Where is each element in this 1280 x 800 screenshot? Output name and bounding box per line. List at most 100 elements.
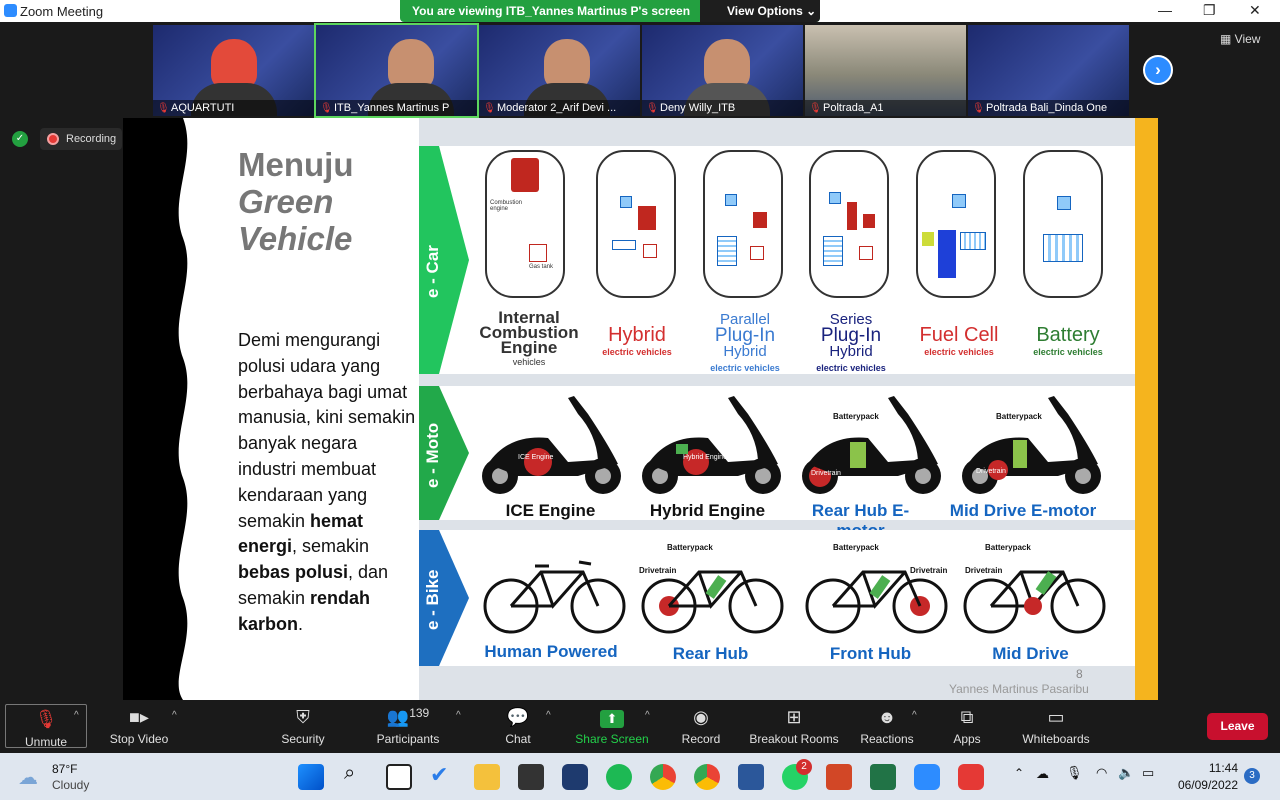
hydrogen-tank <box>922 232 934 246</box>
para-text: . <box>298 613 304 634</box>
participant-video-tile[interactable]: 🎙 Poltrada_A1 <box>805 25 966 116</box>
car-label-series: Series Plug-In Hybrid electric vehicles <box>799 312 903 376</box>
participant-avatar <box>211 39 257 89</box>
weather-desc[interactable]: Cloudy <box>52 778 89 792</box>
breakout-rooms-button[interactable]: ⊞ Breakout Rooms <box>746 700 842 753</box>
slide-title: Menuju Green Vehicle <box>238 146 418 257</box>
app-w-icon[interactable] <box>562 764 588 790</box>
audio-options-caret-icon[interactable]: ^ <box>74 710 79 721</box>
participants-count: 139 <box>409 706 430 720</box>
view-button[interactable]: ▦ View <box>1220 32 1260 46</box>
car-label-battery: Battery electric vehicles <box>1013 324 1123 357</box>
shield-check-icon[interactable]: ✓ <box>12 131 28 147</box>
chat-bubble-icon: 💬 <box>506 707 530 727</box>
para-bold: bebas polusi <box>238 562 349 583</box>
participants-button[interactable]: 👥139 Participants <box>370 700 446 753</box>
battery-icon[interactable]: ▭ <box>1142 765 1154 781</box>
car-label-fuel-cell: Fuel Cell electric vehicles <box>903 324 1015 357</box>
chevron-up-icon[interactable]: ⌃ <box>1014 766 1024 780</box>
apps-button[interactable]: ⧉ Apps <box>944 700 990 753</box>
maximize-icon[interactable]: ❐ <box>1203 2 1216 19</box>
security-button[interactable]: ⛨ Security <box>270 700 336 753</box>
task-view-icon[interactable] <box>386 764 412 790</box>
recording-indicator[interactable]: Recording <box>40 128 122 150</box>
whiteboard-icon: ▭ <box>1047 707 1065 727</box>
car-label-hybrid: Hybrid electric vehicles <box>585 324 689 357</box>
meeting-toolbar: 🎙 Unmute ^ ■▸ Stop Video ^ ⛨ Security 👥1… <box>0 700 1280 753</box>
whiteboards-label: Whiteboards <box>1022 732 1090 746</box>
powerpoint-icon[interactable] <box>826 764 852 790</box>
participants-caret-icon[interactable]: ^ <box>456 710 461 721</box>
car-label-sub: electric vehicles <box>924 347 994 357</box>
microphone-icon[interactable]: 🎙 <box>1066 765 1083 781</box>
engine-text: Combustion engine <box>490 200 523 212</box>
reactions-button[interactable]: ☻ Reactions <box>858 700 916 753</box>
video-options-caret-icon[interactable]: ^ <box>172 710 177 721</box>
whiteboards-button[interactable]: ▭ Whiteboards <box>1018 700 1094 753</box>
participant-avatar <box>704 39 750 89</box>
weather-temp[interactable]: 87°F <box>52 762 77 776</box>
clock-time[interactable]: 11:44 <box>1176 761 1238 775</box>
share-caret-icon[interactable]: ^ <box>645 710 650 721</box>
speaker-icon[interactable]: 🔈 <box>1118 765 1134 781</box>
video-camera-icon: ■▸ <box>129 707 149 727</box>
zoom-taskbar-icon[interactable] <box>914 764 940 790</box>
window-title: Zoom Meeting <box>20 4 104 19</box>
record-button[interactable]: ◉ Record <box>676 700 726 753</box>
file-explorer-icon[interactable] <box>474 764 500 790</box>
car-diagram-fuel-cell <box>916 150 996 298</box>
participant-name: Poltrada Bali_Dinda One <box>986 102 1108 114</box>
participant-video-tile[interactable]: 🎙 Moderator 2_Arif Devi ... <box>479 25 640 116</box>
car-label-sub: electric vehicles <box>816 363 886 373</box>
minimize-icon[interactable]: — <box>1158 2 1172 18</box>
app-red-icon[interactable] <box>958 764 984 790</box>
participant-video-tile[interactable]: 🎙 AQUARTUTI <box>153 25 314 116</box>
word-icon[interactable] <box>738 764 764 790</box>
recording-label: Recording <box>66 133 117 145</box>
notification-count-badge[interactable]: 3 <box>1244 768 1260 784</box>
leave-button[interactable]: Leave <box>1207 713 1268 740</box>
chat-caret-icon[interactable]: ^ <box>546 710 551 721</box>
unmute-label: Unmute <box>24 735 68 749</box>
reactions-caret-icon[interactable]: ^ <box>912 710 917 721</box>
sticky-notes-icon[interactable] <box>518 764 544 790</box>
stop-video-button[interactable]: ■▸ Stop Video <box>104 700 174 753</box>
next-page-chevron-icon[interactable]: › <box>1143 55 1173 85</box>
windows-start-icon[interactable] <box>298 764 324 790</box>
excel-icon[interactable] <box>870 764 896 790</box>
bike-label: Front Hub <box>829 644 912 663</box>
spotify-icon[interactable] <box>606 764 632 790</box>
participants-icon: 👥139 <box>386 706 430 727</box>
chrome-icon[interactable] <box>650 764 676 790</box>
search-icon[interactable]: ⌕ <box>344 762 355 785</box>
gas-tank <box>750 246 764 260</box>
todo-check-icon[interactable]: ✔ <box>430 762 448 788</box>
clock-date[interactable]: 06/09/2022 <box>1170 778 1238 792</box>
battery-block <box>612 240 636 250</box>
reactions-label: Reactions <box>860 732 914 746</box>
car-label-line3: Hybrid <box>829 343 873 360</box>
onedrive-icon[interactable]: ☁ <box>1036 766 1049 782</box>
participant-video-tile[interactable]: 🎙 ITB_Yannes Martinus P <box>314 23 479 118</box>
chrome-profile-icon[interactable] <box>694 764 720 790</box>
moto-top-label: Batterypack <box>996 412 1042 421</box>
share-arrow-icon: ⬆ <box>572 700 652 728</box>
participant-video-tile[interactable]: 🎙 Deny Willy_ITB <box>642 25 803 116</box>
participant-video-tile[interactable]: 🎙 Poltrada Bali_Dinda One <box>968 25 1129 116</box>
car-diagram-parallel <box>703 150 783 298</box>
motor-block <box>952 194 966 208</box>
wifi-icon[interactable]: ◠ <box>1096 765 1107 781</box>
record-icon: ◉ <box>693 707 709 727</box>
view-options-button[interactable]: View Options ⌄ <box>700 0 820 22</box>
muted-mic-icon: 🎙 <box>972 103 985 114</box>
breakout-label: Breakout Rooms <box>749 732 839 746</box>
chat-button[interactable]: 💬 Chat <box>494 700 542 753</box>
participant-avatar <box>544 39 590 89</box>
share-screen-button[interactable]: ⬆ Share Screen <box>572 700 652 753</box>
security-label: Security <box>281 732 325 746</box>
participant-avatar <box>388 39 434 89</box>
close-icon[interactable]: ✕ <box>1249 2 1261 19</box>
car-label-line3: Engine <box>500 338 558 357</box>
battery-block <box>717 236 737 266</box>
car-label-sub: electric vehicles <box>710 363 780 373</box>
